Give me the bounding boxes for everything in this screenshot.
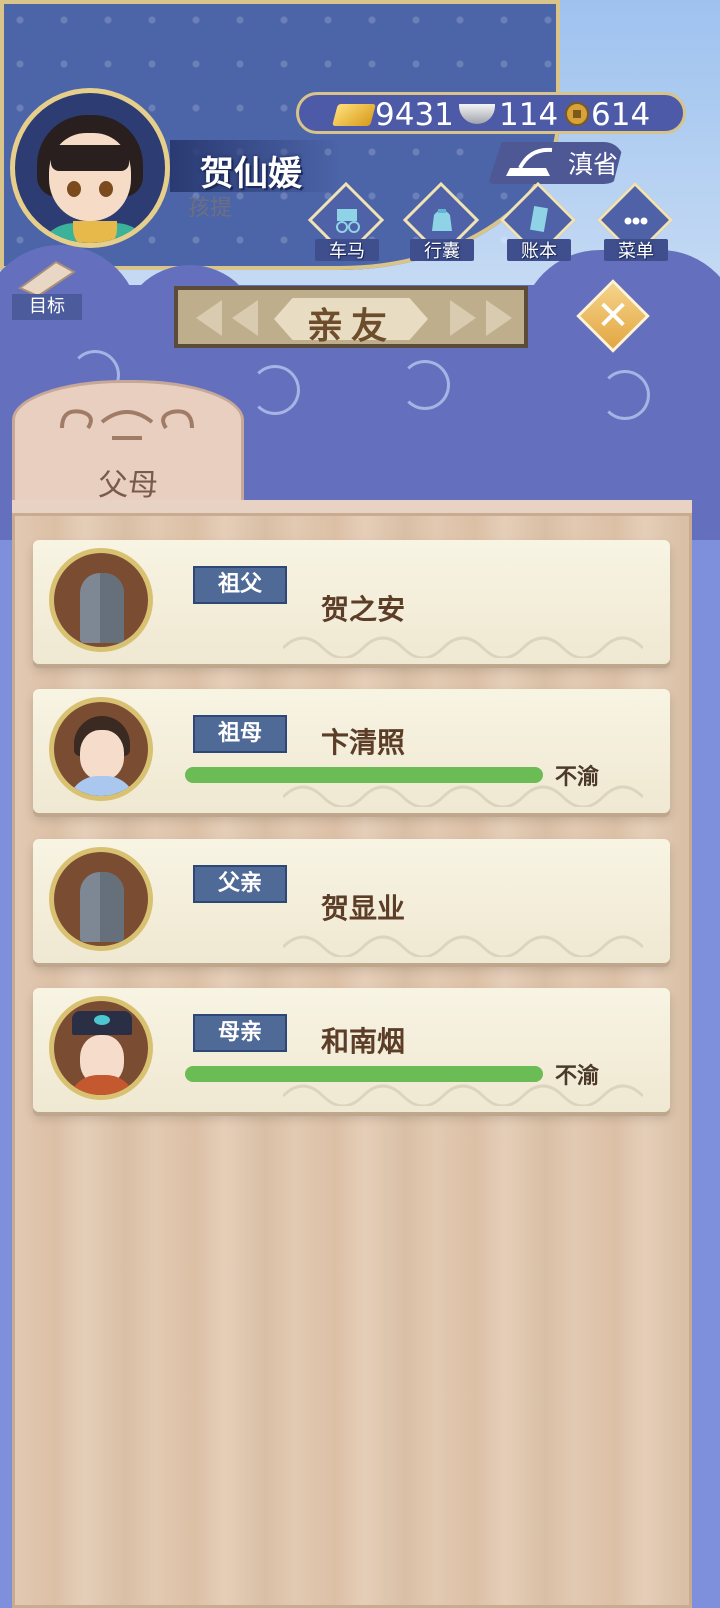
relative-role-tag: 祖母: [193, 715, 287, 753]
tombstone-portrait: [49, 548, 153, 652]
mood-bar: [185, 1066, 543, 1082]
relative-role-tag: 母亲: [193, 1014, 287, 1052]
tombstone-portrait: [49, 847, 153, 951]
page-title: 亲友: [306, 306, 395, 347]
mood-label: 不渝: [555, 1064, 600, 1089]
menu-ledger-label: 账本: [521, 241, 557, 262]
menu-more-label: 菜单: [618, 241, 654, 262]
player-age-label: 孩提: [188, 196, 233, 221]
relative-role-tag: 父亲: [193, 865, 287, 903]
tab-parents-label: 父母: [98, 468, 158, 503]
relative-name: 贺之安: [321, 593, 406, 626]
mood-bar: [185, 767, 543, 783]
relative-card[interactable]: 祖母 卞清照 不渝: [33, 689, 670, 817]
more-icon: [624, 217, 648, 225]
menu-bag-button[interactable]: 行囊: [402, 181, 482, 267]
menu-bag-label: 行囊: [424, 241, 460, 262]
player-name: 贺仙媛: [200, 154, 302, 194]
mood-label: 不渝: [555, 765, 600, 790]
menu-more-button[interactable]: 菜单: [596, 181, 676, 267]
target-button[interactable]: 目标: [12, 294, 82, 320]
avatar[interactable]: [10, 88, 170, 248]
swirl-decoration: [250, 365, 300, 415]
menu-carriage-button[interactable]: 车马: [307, 181, 387, 267]
cloud-ornament-icon: [60, 409, 194, 440]
swirl-decoration: [600, 370, 650, 420]
gold-ingot-icon: [332, 104, 376, 126]
location-label: 滇省: [568, 150, 619, 179]
relative-card[interactable]: 父亲 贺显业: [33, 839, 670, 967]
relative-name: 贺显业: [321, 892, 406, 925]
relative-name: 卞清照: [321, 726, 406, 759]
currency-bar: 9431 114 614: [296, 92, 686, 134]
ledger-icon: [530, 205, 548, 233]
menu-carriage-label: 车马: [329, 241, 365, 262]
relative-portrait: [49, 996, 153, 1100]
close-icon[interactable]: ✕: [590, 293, 636, 339]
relative-role-tag: 祖父: [193, 566, 287, 604]
bag-icon: [432, 209, 452, 231]
relative-portrait: [49, 697, 153, 801]
scroll-icon[interactable]: [16, 258, 80, 298]
silver-ingot-icon: [459, 104, 495, 124]
relative-card[interactable]: 祖父 贺之安: [33, 540, 670, 668]
coin-amount: 614: [591, 97, 651, 133]
side-border-right: [692, 540, 720, 1608]
page-title-plaque: 亲友: [174, 286, 528, 348]
menu-ledger-button[interactable]: 账本: [499, 181, 579, 267]
swirl-decoration: [400, 360, 450, 410]
relative-name: 和南烟: [321, 1025, 406, 1058]
copper-coin-icon: [565, 102, 589, 126]
relative-card[interactable]: 母亲 和南烟 不渝: [33, 988, 670, 1116]
gold-amount: 9431: [375, 97, 454, 133]
carriage-icon: [336, 209, 360, 233]
silver-amount: 114: [499, 97, 559, 133]
fan-icon: [506, 147, 553, 176]
